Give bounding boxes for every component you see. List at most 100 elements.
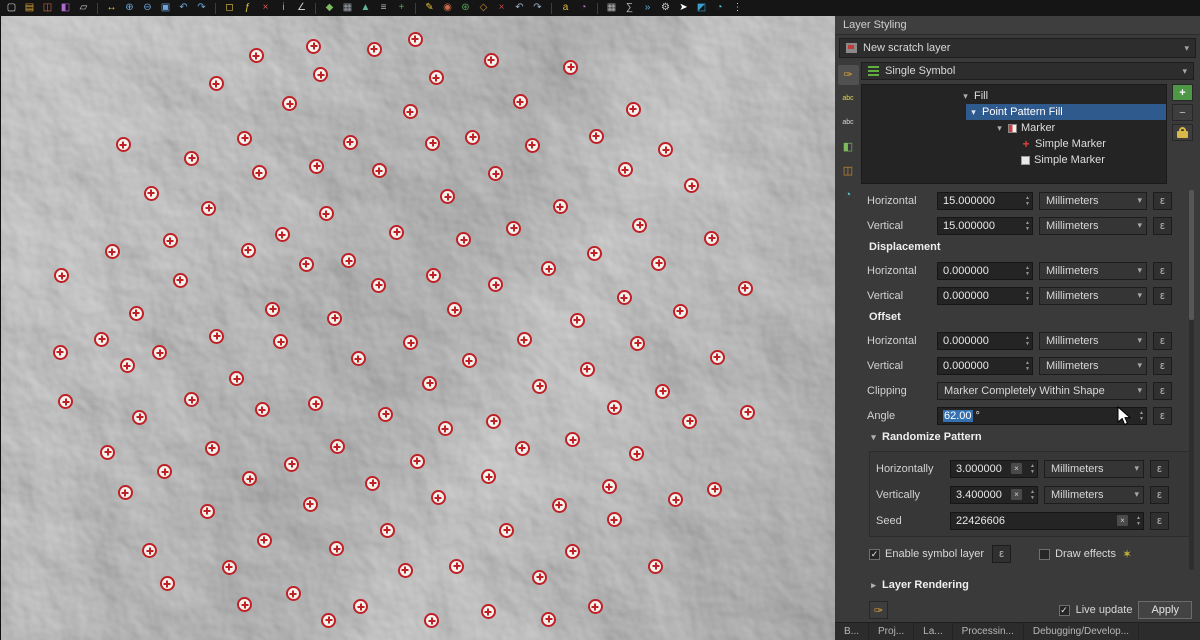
tree-item-marker[interactable]: ▾ Marker bbox=[992, 120, 1166, 136]
layer-labeling-icon[interactable]: a bbox=[558, 1, 573, 15]
processing-toolbox-icon[interactable]: ⚙ bbox=[658, 1, 673, 15]
data-defined-override-button[interactable]: ε bbox=[1153, 357, 1172, 375]
properties-scrollbar[interactable] bbox=[1189, 190, 1194, 570]
select-by-expression-icon[interactable]: ƒ bbox=[240, 1, 255, 15]
delete-selected-icon[interactable]: × bbox=[494, 1, 509, 15]
data-defined-override-button[interactable]: ε bbox=[1153, 407, 1172, 425]
draw-effects-star-button[interactable]: ✶ bbox=[1122, 547, 1132, 561]
project-open-icon[interactable]: ▤ bbox=[22, 1, 37, 15]
clipping-select[interactable]: Marker Completely Within Shape ▾ bbox=[937, 382, 1147, 400]
data-defined-override-button[interactable]: ε bbox=[1153, 192, 1172, 210]
randomize-vertical-unit-select[interactable]: Millimeters ▾ bbox=[1044, 486, 1144, 504]
add-mesh-layer-icon[interactable]: ▲ bbox=[358, 1, 373, 15]
styling-tab-history[interactable]: ◔ bbox=[838, 185, 859, 205]
tree-item-fill[interactable]: ▾ Fill bbox=[958, 88, 1166, 104]
spinner-arrows[interactable]: ▲▼ bbox=[1139, 410, 1144, 422]
enable-symbol-layer-checkbox[interactable]: ✓ bbox=[869, 549, 880, 560]
horizontal-unit-select[interactable]: Millimeters ▾ bbox=[1039, 192, 1147, 210]
spinner-arrows[interactable]: ▲▼ bbox=[1030, 463, 1035, 475]
new-shapefile-layer-icon[interactable]: + bbox=[394, 1, 409, 15]
collapse-icon[interactable]: ▾ bbox=[869, 432, 878, 443]
zoom-next-icon[interactable]: ↷ bbox=[194, 1, 209, 15]
toggle-editing-icon[interactable]: ✎ bbox=[422, 1, 437, 15]
style-manager-icon[interactable]: ◧ bbox=[58, 1, 73, 15]
angle-input[interactable]: 62.00 ° ▲▼ bbox=[937, 407, 1147, 425]
style-options-button[interactable]: ✑ bbox=[869, 601, 888, 619]
add-vector-layer-icon[interactable]: ◆ bbox=[322, 1, 337, 15]
apply-button[interactable]: Apply bbox=[1138, 601, 1192, 619]
zoom-in-icon[interactable]: ⊕ bbox=[122, 1, 137, 15]
styling-tab-symbology[interactable]: ✑ bbox=[838, 65, 859, 85]
zoom-last-icon[interactable]: ↶ bbox=[176, 1, 191, 15]
print-layout-icon[interactable]: ▱ bbox=[76, 1, 91, 15]
draw-effects-checkbox[interactable] bbox=[1039, 549, 1050, 560]
add-feature-icon[interactable]: ⊛ bbox=[458, 1, 473, 15]
layer-diagram-icon[interactable]: ◔ bbox=[576, 1, 591, 15]
vertex-tool-icon[interactable]: ◇ bbox=[476, 1, 491, 15]
layer-selector[interactable]: New scratch layer ▾ bbox=[839, 38, 1196, 58]
pointer-icon[interactable]: ➤ bbox=[676, 1, 691, 15]
offset-horizontal-unit-select[interactable]: Millimeters ▾ bbox=[1039, 332, 1147, 350]
zoom-out-icon[interactable]: ⊖ bbox=[140, 1, 155, 15]
offset-vertical-unit-select[interactable]: Millimeters ▾ bbox=[1039, 357, 1147, 375]
randomize-horizontal-input[interactable]: 3.000000 × ▲▼ bbox=[950, 460, 1038, 478]
tab-processing[interactable]: Processin... bbox=[953, 623, 1024, 640]
options-menu-icon[interactable]: ⋮ bbox=[730, 1, 745, 15]
section-randomize-pattern[interactable]: ▾ Randomize Pattern bbox=[869, 431, 1194, 443]
live-update-checkbox[interactable]: ✓ bbox=[1059, 605, 1070, 616]
add-raster-layer-icon[interactable]: ▦ bbox=[340, 1, 355, 15]
randomize-vertical-input[interactable]: 3.400000 × ▲▼ bbox=[950, 486, 1038, 504]
tree-item-simple-marker-1[interactable]: + Simple Marker bbox=[1018, 136, 1166, 152]
tab-project[interactable]: Proj... bbox=[869, 623, 914, 640]
styling-tab-labels[interactable]: abc bbox=[838, 89, 859, 109]
styling-tab-3d-view[interactable]: ◧ bbox=[838, 137, 859, 157]
measure-line-icon[interactable]: ∠ bbox=[294, 1, 309, 15]
data-defined-override-button[interactable]: ε bbox=[1153, 382, 1172, 400]
lock-symbol-layer-button[interactable] bbox=[1172, 124, 1193, 141]
select-features-icon[interactable]: ◻ bbox=[222, 1, 237, 15]
spinner-arrows[interactable]: ▲▼ bbox=[1030, 489, 1035, 501]
tree-item-point-pattern-fill[interactable]: ▾ Point Pattern Fill bbox=[966, 104, 1166, 120]
tab-layers[interactable]: La... bbox=[914, 623, 952, 640]
data-defined-override-button[interactable]: ε bbox=[992, 545, 1011, 563]
clear-value-icon[interactable]: × bbox=[1011, 463, 1022, 474]
collapse-icon[interactable]: ▸ bbox=[869, 580, 878, 591]
offset-vertical-input[interactable]: 0.000000 ▲▼ bbox=[937, 357, 1033, 375]
plugin-manager-icon[interactable]: ◩ bbox=[694, 1, 709, 15]
expand-icon[interactable]: ▾ bbox=[961, 91, 970, 102]
styling-tab-callouts[interactable]: abc bbox=[838, 113, 859, 133]
randomize-seed-input[interactable]: 22426606 × ▲▼ bbox=[950, 512, 1144, 530]
data-defined-override-button[interactable]: ε bbox=[1150, 460, 1169, 478]
pan-map-icon[interactable]: ↔ bbox=[104, 1, 119, 15]
identify-features-icon[interactable]: i bbox=[276, 1, 291, 15]
spinner-arrows[interactable]: ▲▼ bbox=[1025, 220, 1030, 232]
tab-debugging[interactable]: Debugging/Develop... bbox=[1024, 623, 1139, 640]
data-defined-override-button[interactable]: ε bbox=[1153, 262, 1172, 280]
displacement-horizontal-input[interactable]: 0.000000 ▲▼ bbox=[937, 262, 1033, 280]
data-defined-override-button[interactable]: ε bbox=[1150, 512, 1169, 530]
data-defined-override-button[interactable]: ε bbox=[1153, 217, 1172, 235]
symbol-type-select[interactable]: Single Symbol ▾ bbox=[861, 62, 1194, 80]
expand-icon[interactable]: ▾ bbox=[995, 123, 1004, 134]
expand-icon[interactable]: ▾ bbox=[969, 107, 978, 118]
map-canvas[interactable] bbox=[0, 16, 835, 640]
clear-value-icon[interactable]: × bbox=[1117, 515, 1128, 526]
remove-symbol-layer-button[interactable]: − bbox=[1172, 104, 1193, 121]
redo-icon[interactable]: ↷ bbox=[530, 1, 545, 15]
spinner-arrows[interactable]: ▲▼ bbox=[1136, 515, 1141, 527]
project-new-icon[interactable]: ▢ bbox=[4, 1, 19, 15]
deselect-features-icon[interactable]: × bbox=[258, 1, 273, 15]
data-defined-override-button[interactable]: ε bbox=[1150, 486, 1169, 504]
spinner-arrows[interactable]: ▲▼ bbox=[1025, 335, 1030, 347]
displacement-vertical-input[interactable]: 0.000000 ▲▼ bbox=[937, 287, 1033, 305]
clear-value-icon[interactable]: × bbox=[1011, 489, 1022, 500]
add-symbol-layer-button[interactable]: + bbox=[1172, 84, 1193, 101]
vertical-spacing-input[interactable]: 15.000000 ▲▼ bbox=[937, 217, 1033, 235]
zoom-full-icon[interactable]: ▣ bbox=[158, 1, 173, 15]
attributes-table-icon[interactable]: ▦ bbox=[604, 1, 619, 15]
displacement-horizontal-unit-select[interactable]: Millimeters ▾ bbox=[1039, 262, 1147, 280]
section-layer-rendering[interactable]: ▸ Layer Rendering bbox=[869, 579, 1194, 591]
project-save-icon[interactable]: ◫ bbox=[40, 1, 55, 15]
tree-item-simple-marker-2[interactable]: Simple Marker bbox=[1018, 152, 1166, 168]
python-console-icon[interactable]: » bbox=[640, 1, 655, 15]
